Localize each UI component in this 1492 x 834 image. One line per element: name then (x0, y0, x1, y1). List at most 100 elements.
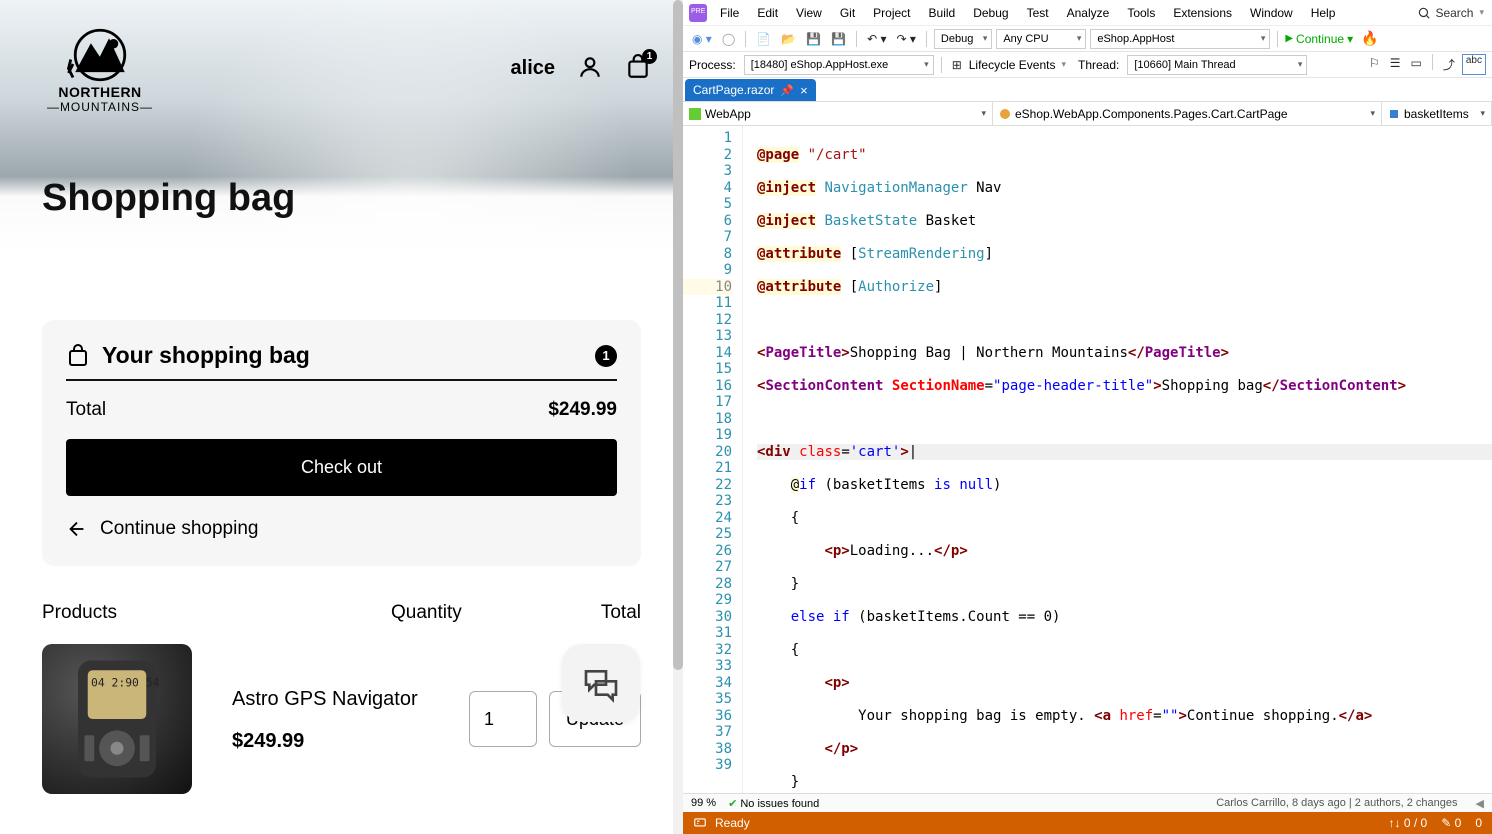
search-box[interactable]: Search▾ (1417, 6, 1484, 20)
menu-debug[interactable]: Debug (964, 6, 1017, 20)
menu-build[interactable]: Build (920, 6, 965, 20)
visual-studio-window: FileEditViewGitProjectBuildDebugTestAnal… (683, 0, 1492, 834)
status-warnings[interactable]: 0 (1475, 816, 1482, 830)
product-name[interactable]: Astro GPS Navigator (232, 686, 469, 712)
menu-extensions[interactable]: Extensions (1164, 6, 1241, 20)
file-tab-cartpage[interactable]: CartPage.razor 📌 × (685, 79, 816, 101)
menu-edit[interactable]: Edit (748, 6, 787, 20)
status-icon (693, 816, 707, 830)
nav-back-icon[interactable]: ◉ ▾ (689, 30, 715, 48)
menu-help[interactable]: Help (1302, 6, 1345, 20)
vs-menu-bar: FileEditViewGitProjectBuildDebugTestAnal… (683, 0, 1492, 26)
thread-combo[interactable]: [10660] Main Thread (1127, 55, 1307, 75)
vs-toolbar-debug: Process: [18480] eShop.AppHost.exe ⊞ Lif… (683, 52, 1492, 78)
svg-text:04 2:90 54: 04 2:90 54 (91, 676, 160, 690)
menu-git[interactable]: Git (831, 6, 864, 20)
thread-label: Thread: (1078, 58, 1119, 72)
arrow-left-icon (66, 518, 88, 540)
hot-reload-icon[interactable]: 🔥 (1361, 30, 1378, 47)
save-icon[interactable]: 💾 (803, 30, 824, 48)
cart-summary-card: Your shopping bag 1 Total $249.99 Check … (42, 320, 641, 566)
open-icon[interactable]: 📂 (778, 30, 799, 48)
menu-view[interactable]: View (787, 6, 831, 20)
platform-combo[interactable]: Any CPU (996, 29, 1086, 49)
nav-member-combo[interactable]: basketItems (1382, 102, 1492, 125)
menu-project[interactable]: Project (864, 6, 919, 20)
field-icon (1388, 108, 1400, 120)
process-label: Process: (689, 58, 736, 72)
menu-analyze[interactable]: Analyze (1058, 6, 1119, 20)
abc-icon[interactable]: abc (1462, 54, 1486, 75)
vs-toolbar-main: ◉ ▾ ◯ 📄 📂 💾 💾 ↶ ▾ ↷ ▾ Debug Any CPU eSho… (683, 26, 1492, 52)
continue-button[interactable]: Continue ▾ (1285, 32, 1353, 46)
project-icon (689, 108, 701, 120)
cart-item-row: 04 2:90 54 Astro GPS Navigator $249.99 U… (42, 644, 641, 794)
page-title: Shopping bag (42, 177, 295, 220)
stack-icon[interactable]: ☰ (1387, 54, 1404, 75)
quantity-input[interactable] (469, 691, 537, 747)
search-icon (1417, 6, 1431, 20)
lifecycle-label[interactable]: Lifecycle Events (969, 58, 1056, 72)
product-thumbnail[interactable]: 04 2:90 54 (42, 644, 192, 794)
card-item-count: 1 (595, 345, 617, 367)
code-area[interactable]: @page "/cart" @inject NavigationManager … (743, 126, 1492, 793)
new-item-icon[interactable]: 📄 (753, 30, 774, 48)
line-gutter: 123456789 1011121314151617181920 2122232… (683, 126, 743, 793)
frame-icon[interactable]: ▭ (1408, 54, 1425, 75)
code-editor[interactable]: 123456789 1011121314151617181920 2122232… (683, 126, 1492, 793)
lifecycle-icon[interactable]: ⊞ (949, 56, 965, 74)
nav-class-combo[interactable]: eShop.WebApp.Components.Pages.Cart.CartP… (993, 102, 1382, 125)
chat-fab[interactable] (562, 644, 640, 722)
process-combo[interactable]: [18480] eShop.AppHost.exe (744, 55, 934, 75)
cart-icon[interactable]: 1 (625, 54, 651, 83)
username-label[interactable]: alice (511, 57, 555, 80)
vs-logo-icon[interactable] (689, 4, 707, 22)
editor-info-bar: 99 % No issues found Carlos Carrillo, 8 … (683, 793, 1492, 812)
config-combo[interactable]: Debug (934, 29, 992, 49)
bag-icon (66, 344, 90, 368)
total-label: Total (66, 399, 106, 421)
brand-name-top: NORTHERN (58, 84, 141, 100)
save-all-icon[interactable]: 💾 (828, 30, 849, 48)
status-nav[interactable]: ↑↓ 0 / 0 (1389, 816, 1428, 830)
issues-indicator[interactable]: No issues found (728, 797, 819, 810)
cart-columns-header: Products Quantity Total (42, 602, 641, 624)
mountain-icon (64, 28, 136, 82)
col-total: Total (561, 602, 641, 624)
flag-icon[interactable]: ⚐ (1366, 54, 1383, 75)
cart-badge: 1 (642, 49, 657, 64)
blame-info[interactable]: Carlos Carrillo, 8 days ago | 2 authors,… (1216, 797, 1457, 809)
nav-bar: WebApp eShop.WebApp.Components.Pages.Car… (683, 102, 1492, 126)
zoom-level[interactable]: 99 % (691, 797, 716, 809)
brand-name-bottom: —MOUNTAINS— (47, 100, 153, 114)
checkout-button[interactable]: Check out (66, 439, 617, 496)
menu-window[interactable]: Window (1241, 6, 1302, 20)
card-title: Your shopping bag (102, 342, 310, 369)
redo-icon[interactable]: ↷ ▾ (894, 30, 919, 48)
menu-tools[interactable]: Tools (1118, 6, 1164, 20)
startup-combo[interactable]: eShop.AppHost (1090, 29, 1270, 49)
gps-device-icon: 04 2:90 54 (62, 654, 172, 784)
continue-shopping-link[interactable]: Continue shopping (66, 518, 617, 540)
class-icon (999, 108, 1011, 120)
hero-header: NORTHERN —MOUNTAINS— alice 1 Shopping ba… (0, 0, 683, 252)
account-icon[interactable] (577, 54, 603, 83)
col-products: Products (42, 602, 391, 624)
status-bar: Ready ↑↓ 0 / 0 ✎ 0 0 (683, 812, 1492, 834)
brand-logo[interactable]: NORTHERN —MOUNTAINS— (40, 28, 160, 114)
scrollbar[interactable] (673, 0, 683, 834)
menu-test[interactable]: Test (1018, 6, 1058, 20)
close-icon[interactable]: × (800, 83, 808, 98)
chat-icon (581, 663, 621, 703)
pin-icon[interactable]: 📌 (780, 84, 794, 97)
total-price: $249.99 (548, 399, 617, 421)
share-icon[interactable]: ⤴ (1440, 54, 1458, 75)
tab-well: CartPage.razor 📌 × (683, 78, 1492, 102)
menu-file[interactable]: File (711, 6, 748, 20)
status-errors[interactable]: ✎ 0 (1441, 816, 1461, 830)
nav-project-combo[interactable]: WebApp (683, 102, 993, 125)
col-quantity: Quantity (391, 602, 561, 624)
undo-icon[interactable]: ↶ ▾ (864, 30, 889, 48)
nav-fwd-icon[interactable]: ◯ (719, 30, 738, 48)
status-text: Ready (715, 816, 750, 830)
